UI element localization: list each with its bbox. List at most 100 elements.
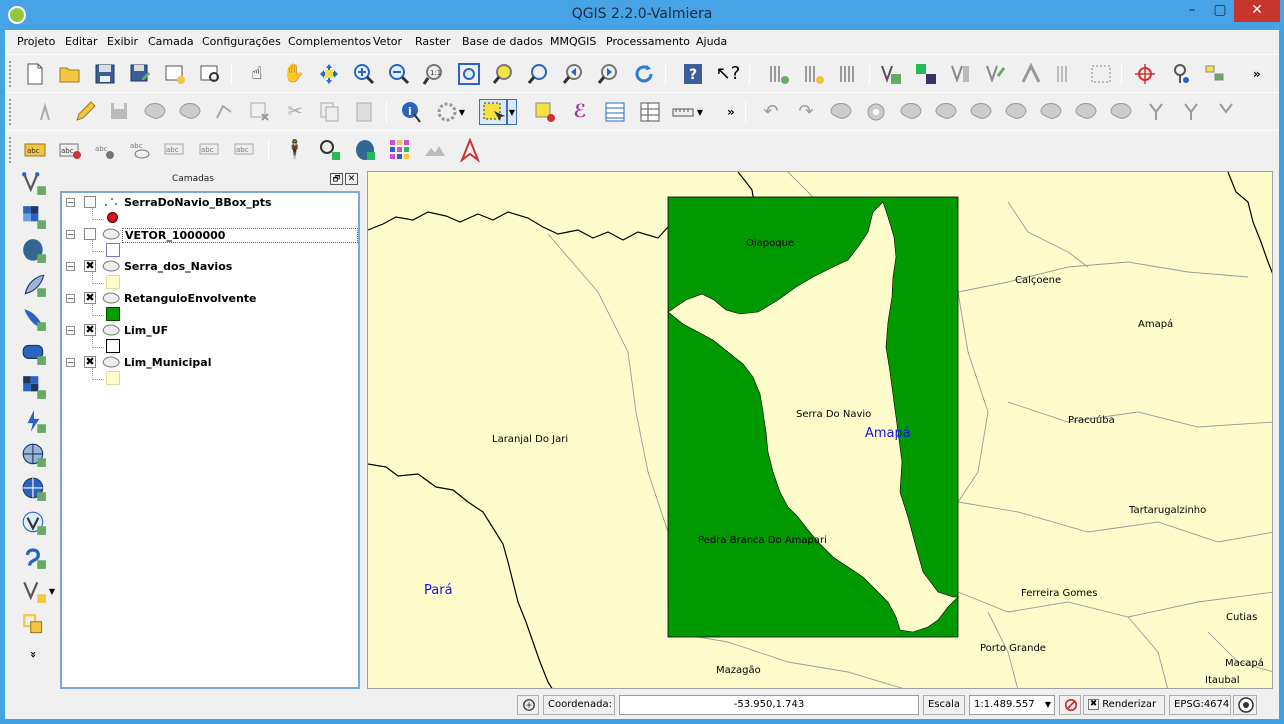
toggle-extents-icon[interactable] (517, 695, 539, 715)
layer-item-lim-municipal[interactable]: − ✖ Lim_Municipal (62, 355, 358, 371)
zoom-in-icon[interactable] (350, 61, 378, 87)
copy-features-icon[interactable] (316, 99, 344, 125)
toolbar-grip[interactable] (9, 137, 13, 163)
add-wcs-layer-icon[interactable] (19, 406, 49, 436)
save-project-icon[interactable] (91, 61, 119, 87)
split-features-icon[interactable] (1072, 99, 1100, 125)
merge-attributes-icon[interactable] (1142, 99, 1170, 125)
pan-to-selection-icon[interactable] (315, 61, 343, 87)
add-wms-layer-icon[interactable] (19, 372, 49, 402)
add-vector-layer-icon[interactable] (19, 168, 49, 198)
render-toggle[interactable]: ✖ Renderizar (1083, 695, 1165, 715)
layer-item-lim-uf[interactable]: − ✖ Lim_UF (62, 323, 358, 339)
cut-features-icon[interactable]: ✂ (281, 99, 309, 125)
new-print-composer-icon[interactable] (161, 61, 189, 87)
close-window-button[interactable]: ✕ (1234, 0, 1280, 22)
menu-exibir[interactable]: Exibir (107, 35, 138, 48)
add-wfs-layer-icon[interactable] (800, 61, 828, 87)
select-dropdown-icon[interactable]: ▼ (507, 99, 517, 125)
add-raster-tool-icon[interactable] (912, 61, 940, 87)
float-panel-button[interactable]: 🗗 (330, 173, 343, 185)
open-project-icon[interactable] (56, 61, 84, 87)
pin-labels-icon[interactable]: abc (91, 137, 119, 163)
georeferencer-icon[interactable] (316, 137, 344, 163)
scale-combobox[interactable]: 1:1.489.557 ▼ (969, 695, 1055, 715)
zoom-actual-size-icon[interactable]: 1:1 (420, 61, 448, 87)
identify-features-icon[interactable]: i (398, 99, 426, 125)
split-parts-icon[interactable] (1212, 99, 1240, 125)
refresh-icon[interactable] (630, 61, 658, 87)
current-edits-icon[interactable] (35, 99, 63, 125)
layer-visibility-checkbox[interactable]: ✖ (84, 324, 96, 336)
move-label-icon[interactable]: abc (161, 137, 189, 163)
menu-projeto[interactable]: Projeto (17, 35, 55, 48)
measure-line-icon[interactable] (669, 99, 697, 125)
collapse-toggle[interactable]: − (66, 358, 75, 367)
paste-features-icon[interactable] (351, 99, 379, 125)
menu-configuracoes[interactable]: Configurações (202, 35, 281, 48)
new-shapefile-layer-icon[interactable] (19, 576, 49, 606)
zoom-next-icon[interactable] (595, 61, 623, 87)
toolbar2-overflow-button[interactable]: » (727, 105, 735, 119)
add-feature-icon[interactable] (141, 99, 169, 125)
layer-visibility-checkbox[interactable]: ✖ (84, 356, 96, 368)
postgis-icon[interactable] (351, 137, 379, 163)
vtoolbar-overflow-button[interactable]: » (19, 644, 49, 664)
zoom-to-layer-icon[interactable] (525, 61, 553, 87)
gps-tool-icon[interactable] (1166, 61, 1194, 87)
add-virtual-layer-icon[interactable] (19, 508, 49, 538)
composer-manager-icon[interactable] (196, 61, 224, 87)
whats-this-icon[interactable]: ↖? (714, 61, 742, 87)
plugin-tool-icon[interactable] (1201, 61, 1229, 87)
touch-zoom-pan-icon[interactable]: ☝ (243, 61, 271, 87)
menu-editar[interactable]: Editar (65, 35, 98, 48)
menu-complementos[interactable]: Complementos (288, 35, 371, 48)
map-canvas[interactable]: Oiapoque Calçoene Amapá Serra Do Navio A… (367, 171, 1273, 689)
help-contents-icon[interactable]: ? (679, 61, 707, 87)
toolbar-grip[interactable] (9, 99, 13, 125)
add-ring-icon[interactable] (862, 99, 890, 125)
add-postgis-layer-icon[interactable] (19, 236, 49, 266)
table-manager-icon[interactable] (835, 61, 863, 87)
offset-curve-icon[interactable] (1037, 99, 1065, 125)
delete-selected-icon[interactable] (246, 99, 274, 125)
menu-processamento[interactable]: Processamento (606, 35, 690, 48)
zoom-out-icon[interactable] (385, 61, 413, 87)
table-tool-b-icon[interactable] (1087, 61, 1115, 87)
add-web-layer-icon[interactable] (19, 474, 49, 504)
collapse-toggle[interactable]: − (66, 326, 75, 335)
merge-features-icon[interactable] (1107, 99, 1135, 125)
undo-icon[interactable]: ↶ (757, 99, 785, 125)
collapse-toggle[interactable]: − (66, 262, 75, 271)
close-panel-button[interactable]: ✕ (345, 173, 358, 185)
zoom-to-selection-icon[interactable] (490, 61, 518, 87)
redo-icon[interactable]: ↷ (792, 99, 820, 125)
minimize-button[interactable]: – (1178, 0, 1206, 22)
layer-diagram-icon[interactable]: abc (56, 137, 84, 163)
table-tool-icon[interactable] (1052, 61, 1080, 87)
layer-item-serradonavio-bbox-pts[interactable]: − SerraDoNavio_BBox_pts (62, 195, 358, 211)
deselect-features-icon[interactable] (531, 99, 559, 125)
layer-visibility-checkbox[interactable] (84, 196, 96, 208)
add-mssql-layer-icon[interactable] (19, 304, 49, 334)
north-arrow-icon[interactable] (456, 137, 484, 163)
menu-camada[interactable]: Camada (148, 35, 194, 48)
save-layer-edits-icon[interactable] (106, 99, 134, 125)
measure-dropdown-icon[interactable]: ▼ (695, 99, 705, 125)
node-tool-icon[interactable] (211, 99, 239, 125)
geoprocess-tool-icon[interactable] (1017, 61, 1045, 87)
coordinate-capture-icon[interactable] (1131, 61, 1159, 87)
add-raster-layer-icon[interactable] (19, 202, 49, 232)
add-vector-tool-icon[interactable] (877, 61, 905, 87)
vector-tool-a-icon[interactable] (947, 61, 975, 87)
maximize-button[interactable]: ▢ (1206, 0, 1234, 22)
rotate-point-symbols-icon[interactable] (1177, 99, 1205, 125)
save-as-icon[interactable] (126, 61, 154, 87)
zoom-full-icon[interactable] (455, 61, 483, 87)
layer-visibility-checkbox[interactable]: ✖ (84, 292, 96, 304)
open-attribute-table-icon[interactable] (601, 99, 629, 125)
delete-ring-icon[interactable] (932, 99, 960, 125)
menu-ajuda[interactable]: Ajuda (696, 35, 727, 48)
add-delimited-text-icon[interactable] (765, 61, 793, 87)
add-gpx-layer-icon[interactable] (19, 610, 49, 640)
